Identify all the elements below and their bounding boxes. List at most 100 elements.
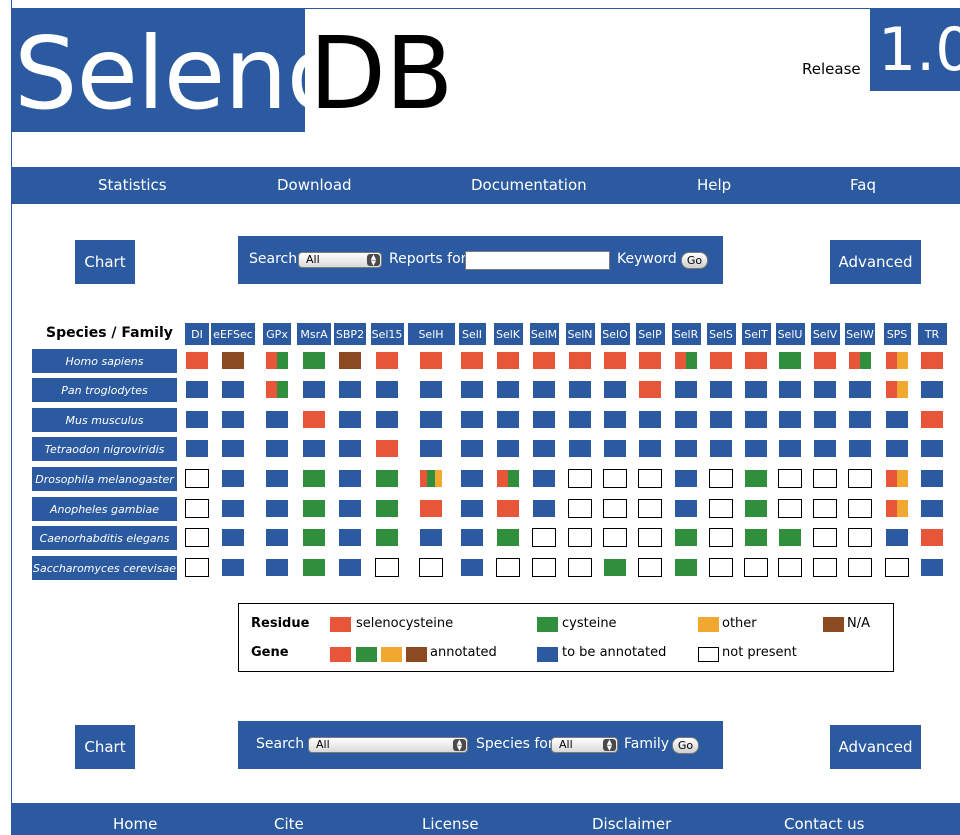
grid-cell[interactable] bbox=[460, 528, 484, 547]
grid-cell[interactable] bbox=[221, 558, 245, 577]
grid-cell[interactable] bbox=[674, 410, 698, 429]
grid-cell[interactable] bbox=[338, 351, 362, 370]
grid-cell[interactable] bbox=[744, 410, 768, 429]
family-header-selk[interactable]: SelK bbox=[493, 323, 523, 345]
grid-cell[interactable] bbox=[885, 351, 909, 370]
family-header-selp[interactable]: SelP bbox=[635, 323, 665, 345]
grid-cell[interactable] bbox=[674, 380, 698, 399]
grid-cell[interactable] bbox=[568, 351, 592, 370]
grid-cell[interactable] bbox=[338, 499, 362, 518]
grid-cell[interactable] bbox=[302, 439, 326, 458]
grid-cell[interactable] bbox=[744, 528, 768, 547]
grid-cell[interactable] bbox=[674, 528, 698, 547]
grid-cell[interactable] bbox=[221, 469, 245, 488]
grid-cell[interactable] bbox=[813, 380, 837, 399]
family-header-selv[interactable]: SelV bbox=[810, 323, 840, 345]
grid-cell[interactable] bbox=[674, 439, 698, 458]
species-label-drosophila-melanogaster[interactable]: Drosophila melanogaster bbox=[32, 467, 177, 491]
grid-cell[interactable] bbox=[338, 380, 362, 399]
family-header-tr[interactable]: TR bbox=[917, 323, 947, 345]
grid-cell[interactable] bbox=[265, 380, 289, 399]
grid-cell[interactable] bbox=[920, 380, 944, 399]
search-scope-select[interactable]: All ▲ ▼ bbox=[298, 252, 382, 268]
family-header-seln[interactable]: SelN bbox=[565, 323, 595, 345]
grid-cell[interactable] bbox=[603, 558, 627, 577]
grid-cell[interactable] bbox=[496, 380, 520, 399]
chart-button-top[interactable]: Chart bbox=[75, 240, 135, 284]
grid-cell[interactable] bbox=[496, 469, 520, 488]
grid-cell[interactable] bbox=[265, 499, 289, 518]
grid-cell[interactable] bbox=[709, 439, 733, 458]
grid-cell[interactable] bbox=[419, 469, 443, 488]
grid-cell[interactable] bbox=[744, 351, 768, 370]
grid-cell[interactable] bbox=[532, 439, 556, 458]
grid-cell[interactable] bbox=[920, 469, 944, 488]
grid-cell[interactable] bbox=[744, 469, 768, 488]
grid-cell[interactable] bbox=[221, 528, 245, 547]
grid-cell[interactable] bbox=[460, 469, 484, 488]
grid-cell[interactable] bbox=[603, 380, 627, 399]
grid-cell[interactable] bbox=[532, 499, 556, 518]
species-label-mus-musculus[interactable]: Mus musculus bbox=[32, 408, 177, 432]
family-header-selu[interactable]: SelU bbox=[775, 323, 805, 345]
grid-cell[interactable] bbox=[674, 499, 698, 518]
footer-license[interactable]: License bbox=[422, 815, 479, 833]
grid-cell[interactable] bbox=[460, 351, 484, 370]
family-header-selh[interactable]: SelH bbox=[407, 323, 455, 345]
grid-cell[interactable] bbox=[338, 558, 362, 577]
grid-cell[interactable] bbox=[302, 380, 326, 399]
family-header-sel15[interactable]: Sel15 bbox=[370, 323, 404, 345]
grid-cell[interactable] bbox=[302, 528, 326, 547]
grid-cell[interactable] bbox=[375, 469, 399, 488]
grid-cell[interactable] bbox=[568, 410, 592, 429]
grid-cell[interactable] bbox=[221, 499, 245, 518]
species-select[interactable]: All ▲ ▼ bbox=[551, 737, 618, 753]
family-header-eefsec[interactable]: eEFSec bbox=[211, 323, 255, 345]
grid-cell[interactable] bbox=[302, 410, 326, 429]
grid-cell[interactable] bbox=[460, 410, 484, 429]
family-select[interactable]: All ▲ ▼ bbox=[308, 737, 468, 753]
grid-cell[interactable] bbox=[419, 410, 443, 429]
grid-cell[interactable] bbox=[532, 410, 556, 429]
family-header-selr[interactable]: SelR bbox=[671, 323, 701, 345]
grid-cell[interactable] bbox=[532, 469, 556, 488]
grid-cell[interactable] bbox=[603, 351, 627, 370]
grid-cell[interactable] bbox=[221, 410, 245, 429]
species-label-homo-sapiens[interactable]: Homo sapiens bbox=[32, 349, 177, 373]
grid-cell[interactable] bbox=[460, 439, 484, 458]
nav-documentation[interactable]: Documentation bbox=[471, 176, 587, 194]
grid-cell[interactable] bbox=[778, 410, 802, 429]
family-header-selt[interactable]: SelT bbox=[741, 323, 771, 345]
family-header-selm[interactable]: SelM bbox=[529, 323, 559, 345]
family-header-selo[interactable]: SelO bbox=[600, 323, 630, 345]
grid-cell[interactable] bbox=[813, 439, 837, 458]
grid-cell[interactable] bbox=[265, 528, 289, 547]
species-label-saccharomyces-cerevisae[interactable]: Saccharomyces cerevisae bbox=[32, 556, 177, 580]
grid-cell[interactable] bbox=[460, 380, 484, 399]
grid-cell[interactable] bbox=[496, 499, 520, 518]
grid-cell[interactable] bbox=[302, 469, 326, 488]
grid-cell[interactable] bbox=[375, 439, 399, 458]
grid-cell[interactable] bbox=[920, 528, 944, 547]
grid-cell[interactable] bbox=[221, 380, 245, 399]
grid-cell[interactable] bbox=[338, 439, 362, 458]
family-header-di[interactable]: DI bbox=[185, 323, 209, 345]
grid-cell[interactable] bbox=[185, 439, 209, 458]
grid-cell[interactable] bbox=[265, 439, 289, 458]
family-header-gpx[interactable]: GPx bbox=[263, 323, 291, 345]
keyword-input[interactable] bbox=[465, 251, 610, 270]
nav-download[interactable]: Download bbox=[277, 176, 352, 194]
grid-cell[interactable] bbox=[709, 410, 733, 429]
grid-cell[interactable] bbox=[419, 380, 443, 399]
grid-cell[interactable] bbox=[185, 410, 209, 429]
grid-cell[interactable] bbox=[302, 351, 326, 370]
grid-cell[interactable] bbox=[709, 380, 733, 399]
grid-cell[interactable] bbox=[375, 380, 399, 399]
family-header-sbp2[interactable]: SBP2 bbox=[334, 323, 366, 345]
grid-cell[interactable] bbox=[920, 558, 944, 577]
grid-cell[interactable] bbox=[848, 351, 872, 370]
go-button-bottom[interactable]: Go bbox=[672, 737, 699, 754]
advanced-button-bottom[interactable]: Advanced bbox=[830, 725, 921, 769]
footer-disclaimer[interactable]: Disclaimer bbox=[592, 815, 671, 833]
grid-cell[interactable] bbox=[778, 439, 802, 458]
